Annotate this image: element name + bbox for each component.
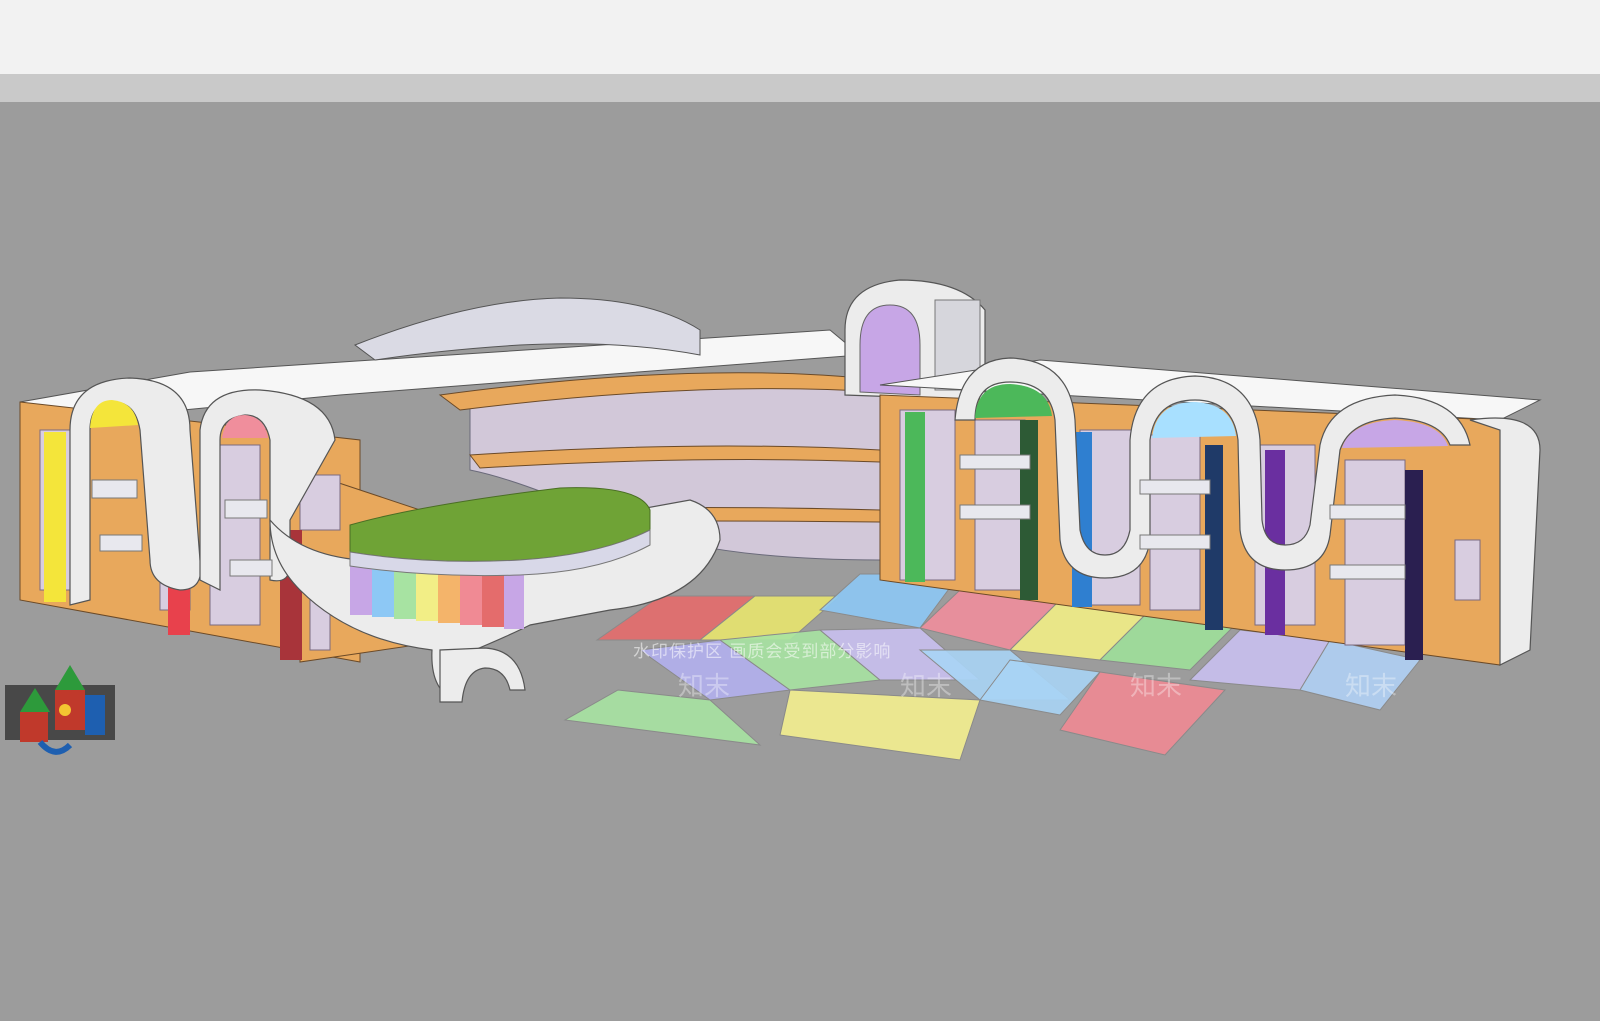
window — [1454, 539, 1481, 601]
sky — [0, 0, 1600, 76]
balcony — [229, 559, 273, 577]
balcony — [959, 454, 1031, 470]
balcony — [1139, 534, 1211, 550]
watermark-brand: 知末 — [900, 672, 952, 702]
accent-strip-yellow — [44, 432, 66, 602]
balcony — [959, 504, 1031, 520]
window — [1344, 459, 1406, 646]
accent-strip-dark-purple — [1405, 470, 1423, 660]
balcony — [1329, 564, 1406, 580]
watermark-brand: 知末 — [678, 672, 730, 702]
balcony — [1139, 479, 1211, 495]
watermark-notice: 水印保护区 画质会受到部分影响 — [633, 642, 891, 662]
balcony — [224, 499, 268, 519]
window — [1149, 434, 1201, 611]
scene-canvas: 水印保护区 画质会受到部分影响 知末 知末 知末 知末 — [0, 0, 1600, 1021]
horizon-band — [0, 74, 1600, 104]
balcony — [99, 534, 143, 552]
accent-strip-green — [905, 412, 925, 582]
balcony — [91, 479, 138, 499]
balcony — [1329, 504, 1406, 520]
watermark-brand: 知末 — [1345, 672, 1397, 702]
watermark-brand: 知末 — [1130, 672, 1182, 702]
